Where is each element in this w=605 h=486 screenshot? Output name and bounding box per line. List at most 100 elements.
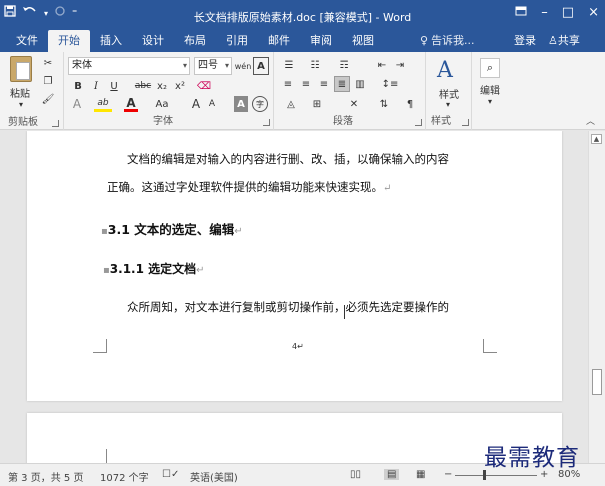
- word-count-status[interactable]: 1072 个字: [100, 469, 149, 484]
- minimize-button[interactable]: –: [541, 5, 548, 20]
- tab-references[interactable]: 引用: [216, 30, 258, 52]
- change-case-button[interactable]: Aa: [152, 96, 172, 112]
- font-name-select[interactable]: 宋体: [68, 57, 190, 75]
- share-button[interactable]: ♙共享: [548, 30, 580, 52]
- tab-home[interactable]: 开始: [48, 30, 90, 52]
- paste-dropdown-icon[interactable]: ▾: [17, 99, 25, 109]
- paragraph-launcher-icon[interactable]: [415, 119, 422, 126]
- superscript-button[interactable]: x²: [172, 78, 188, 94]
- page-number: 4↵: [292, 342, 304, 351]
- distributed-icon[interactable]: ▥: [352, 76, 368, 92]
- enclose-char-button[interactable]: 字: [252, 96, 268, 112]
- underline-button[interactable]: U: [106, 78, 122, 94]
- heading-3-1[interactable]: ▪3.1 文本的选定、编辑↵: [101, 219, 243, 238]
- clear-format-icon[interactable]: ⌫: [196, 78, 212, 94]
- zoom-slider[interactable]: [455, 475, 537, 476]
- close-button[interactable]: ×: [588, 5, 599, 20]
- vertical-scrollbar[interactable]: ▲: [588, 131, 605, 463]
- styles-dropdown-icon[interactable]: ▾: [444, 99, 452, 109]
- document-page[interactable]: 文档的编辑是对输入的内容进行删、改、插，以确保输入的内容 正确。这通过字处理软件…: [27, 131, 562, 401]
- tab-file[interactable]: 文件: [6, 30, 48, 52]
- heading-3-1-1[interactable]: ▪3.1.1 选定文档↵: [103, 260, 205, 277]
- clipboard-group-label: 剪贴板: [8, 117, 38, 128]
- ribbon-display-icon[interactable]: [515, 5, 527, 20]
- print-layout-icon[interactable]: ▤: [384, 469, 400, 480]
- font-size-select[interactable]: 四号: [194, 57, 232, 75]
- person-icon: ♙: [548, 34, 558, 47]
- increase-indent-icon[interactable]: ⇥: [392, 57, 408, 73]
- font-group-label: 字体: [153, 116, 173, 127]
- paragraph-mark: ↵: [383, 183, 392, 194]
- watermark-logo: 最需教育: [484, 445, 580, 471]
- cut-icon[interactable]: ✂: [40, 56, 56, 70]
- paragraph-line[interactable]: 正确。这通过字处理软件提供的编辑功能来快速实现。↵: [107, 179, 391, 195]
- maximize-button[interactable]: □: [562, 5, 574, 20]
- document-area[interactable]: 文档的编辑是对输入的内容进行删、改、插，以确保输入的内容 正确。这通过字处理软件…: [0, 131, 588, 463]
- paste-button[interactable]: 粘贴: [6, 85, 34, 100]
- borders-icon[interactable]: ⊞: [306, 96, 328, 112]
- page-count-status[interactable]: 第 3 页，共 5 页: [8, 469, 83, 484]
- grow-font-button[interactable]: A: [190, 96, 202, 112]
- margin-corner-mark: [93, 339, 107, 353]
- window-controls: – □ ×: [515, 5, 599, 20]
- decrease-indent-icon[interactable]: ⇤: [374, 57, 390, 73]
- tab-design[interactable]: 设计: [132, 30, 174, 52]
- align-left-icon[interactable]: ≡: [280, 76, 296, 92]
- strikethrough-button[interactable]: abc: [134, 78, 152, 94]
- format-painter-icon[interactable]: 🖌: [40, 92, 56, 106]
- text-effects-button[interactable]: A: [70, 96, 84, 112]
- ribbon-tabs: 文件 开始 插入 设计 布局 引用 邮件 审阅 视图 ♀ 告诉我... 登录 ♙共…: [0, 30, 605, 52]
- font-color-button[interactable]: A: [124, 96, 138, 112]
- tab-review[interactable]: 审阅: [300, 30, 342, 52]
- sign-in-link[interactable]: 登录: [514, 30, 536, 52]
- sort-icon[interactable]: ⇅: [376, 96, 392, 112]
- phonetic-guide-icon[interactable]: wén: [235, 57, 252, 75]
- paste-icon[interactable]: [10, 56, 32, 82]
- editing-dropdown-icon[interactable]: ▾: [486, 96, 494, 106]
- char-shading-button[interactable]: A: [234, 96, 248, 112]
- clipboard-launcher-icon[interactable]: [52, 120, 59, 127]
- document-page-next[interactable]: [27, 413, 562, 463]
- align-right-icon[interactable]: ≡: [316, 76, 332, 92]
- copy-icon[interactable]: ❐: [40, 74, 56, 88]
- styles-icon[interactable]: A: [437, 58, 453, 83]
- find-icon[interactable]: ⌕: [480, 58, 500, 78]
- align-center-icon[interactable]: ≡: [298, 76, 314, 92]
- line-spacing-icon[interactable]: ↕≡: [378, 76, 402, 92]
- web-layout-icon[interactable]: ▦: [416, 469, 425, 480]
- font-launcher-icon[interactable]: [263, 119, 270, 126]
- char-border-icon[interactable]: A: [253, 57, 269, 75]
- shrink-font-button[interactable]: A: [206, 96, 218, 112]
- language-status[interactable]: 英语(美国): [190, 469, 238, 484]
- tab-insert[interactable]: 插入: [90, 30, 132, 52]
- bold-button[interactable]: B: [70, 78, 86, 94]
- highlight-button[interactable]: ab: [94, 96, 112, 112]
- scroll-up-icon[interactable]: ▲: [591, 134, 602, 144]
- subscript-button[interactable]: x₂: [154, 78, 170, 94]
- tab-layout[interactable]: 布局: [174, 30, 216, 52]
- editing-button[interactable]: 编辑: [476, 82, 504, 97]
- styles-group-label: 样式: [431, 116, 451, 127]
- numbering-icon[interactable]: ☷: [306, 57, 324, 73]
- bullets-icon[interactable]: ☰: [280, 57, 298, 73]
- show-marks-icon[interactable]: ¶: [402, 96, 418, 112]
- proofing-icon[interactable]: ☐✓: [162, 469, 179, 480]
- styles-button[interactable]: 样式: [436, 86, 462, 101]
- margin-corner-mark: [483, 339, 497, 353]
- paragraph-line[interactable]: 众所周知，对文本进行复制或剪切操作前，必须先选定要操作的: [127, 299, 449, 315]
- paragraph-line[interactable]: 文档的编辑是对输入的内容进行删、改、插，以确保输入的内容: [127, 151, 449, 167]
- italic-button[interactable]: I: [88, 78, 104, 94]
- tab-view[interactable]: 视图: [342, 30, 384, 52]
- scroll-thumb[interactable]: [592, 369, 602, 395]
- i-beam-cursor: [342, 305, 348, 319]
- chinese-layout-icon[interactable]: ✕: [342, 96, 366, 112]
- tell-me-box[interactable]: ♀ 告诉我...: [420, 30, 475, 52]
- shading-icon[interactable]: ◬: [280, 96, 302, 112]
- styles-launcher-icon[interactable]: [462, 119, 469, 126]
- collapse-ribbon-icon[interactable]: ︿: [586, 114, 595, 127]
- justify-icon[interactable]: ≣: [334, 76, 350, 92]
- tab-mailings[interactable]: 邮件: [258, 30, 300, 52]
- multilevel-list-icon[interactable]: ☶: [332, 57, 356, 73]
- zoom-out-button[interactable]: −: [444, 469, 452, 480]
- read-mode-icon[interactable]: ▯▯: [350, 469, 361, 480]
